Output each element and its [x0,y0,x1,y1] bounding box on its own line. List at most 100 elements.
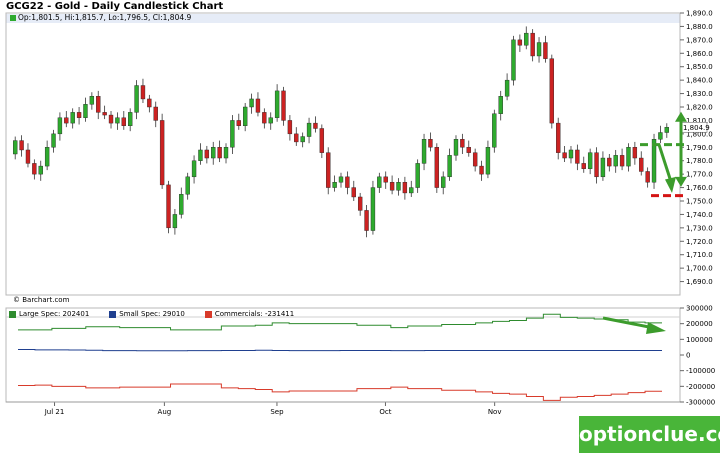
small-spec-line [18,349,662,352]
candle-body-up [453,139,459,156]
price-tick-label: 1,760.0 [686,184,713,192]
candle [70,108,75,129]
candle [460,133,465,154]
cot-tick-label: 300000 [686,305,713,313]
candle-body-up [51,133,56,148]
legend-label: Large Spec: 202401 [19,310,90,318]
candle-body-down [428,139,433,148]
x-axis: Jul 21 Aug Sep Oct Nov [6,401,680,416]
chart-canvas: 1,890.0 1,880.0 1,870.0 1,860.0 1,850.0 1,840… [5,10,715,416]
legend-small-spec: Small Spec: 29010 [109,310,185,318]
candle-body-down [619,155,625,167]
candle [319,124,325,159]
candle [13,136,18,160]
candle-body-up [44,147,50,167]
candle-body-up [89,96,95,105]
candle [594,147,599,184]
candle [89,92,95,110]
legend-label: Commercials: -231411 [214,310,295,318]
candle [108,111,114,129]
x-tick-label: Sep [270,408,284,416]
candle [383,171,388,189]
candle-body-down [575,149,580,164]
candle [626,143,631,172]
candle-body-down [632,147,638,159]
copyright-label: © Barchart.com [13,296,70,304]
candle-body-down [262,112,267,124]
candle-body-down [543,42,548,59]
candle [441,171,446,195]
candle [600,151,606,181]
candle [556,117,561,160]
candle [236,113,241,130]
price-tick-label: 1,750.0 [686,198,713,206]
candle [664,123,669,138]
price-tick-label: 1,880.0 [686,23,713,31]
legend-swatch [109,310,117,318]
candle [396,178,401,196]
candle-body-down [236,120,241,127]
candle [223,143,229,164]
candle [153,101,158,128]
cot-tick-label: -200000 [686,383,715,391]
candle-body-down [32,163,37,175]
candle [249,93,254,114]
candle-body-up [306,122,312,137]
candle [511,35,516,86]
candle-body-up [300,136,305,143]
price-tick-label: 1,790.0 [686,144,713,152]
candle [128,108,133,132]
candle [166,180,171,234]
price-tick-label: 1,720.0 [686,238,713,246]
price-tick-label: 1,710.0 [686,251,713,259]
candle [159,113,165,189]
candle [338,172,344,188]
legend-label: Small Spec: 29010 [119,310,185,318]
candle-body-down [466,147,471,153]
candle-body-down [530,32,535,57]
candle [472,148,478,172]
price-axis: 1,890.0 1,880.0 1,870.0 1,860.0 1,850.0 1,840… [680,10,713,286]
candle-body-up [626,147,631,167]
candle [651,133,657,189]
candle-body-down [326,152,331,188]
candle [639,151,644,176]
candle [306,117,312,144]
candle-body-up [664,127,669,133]
candle-body-down [102,112,107,116]
candle [434,143,440,193]
candle [607,154,612,172]
price-tick-label: 1,840.0 [686,77,713,85]
candle-body-up [568,149,574,159]
candle-body-down [121,117,126,127]
candle [134,80,139,120]
candle [76,107,82,125]
candle [517,34,523,52]
candle-body-up [83,104,88,118]
candle-body-up [421,139,427,164]
candle [549,54,554,129]
candle [658,125,663,144]
candle [294,127,299,146]
candle-body-up [504,79,510,97]
candle [530,29,535,62]
price-tick-label: 1,770.0 [686,171,713,179]
candle [172,209,178,235]
candle-body-down [140,85,146,100]
candle [198,143,203,165]
candle-body-down [108,114,114,124]
price-tick-label: 1,870.0 [686,36,713,44]
candle-body-down [556,122,561,153]
candle-body-down [639,157,644,172]
candle-body-up [115,117,120,124]
candle [313,116,318,133]
price-tick-label: 1,700.0 [686,265,713,273]
candle [44,140,50,171]
candle [466,140,471,157]
candle [115,112,120,130]
candle [300,132,305,148]
x-tick-label: Nov [488,408,502,416]
candle [409,180,414,197]
candle [57,112,63,141]
candle-body-up [524,32,529,46]
